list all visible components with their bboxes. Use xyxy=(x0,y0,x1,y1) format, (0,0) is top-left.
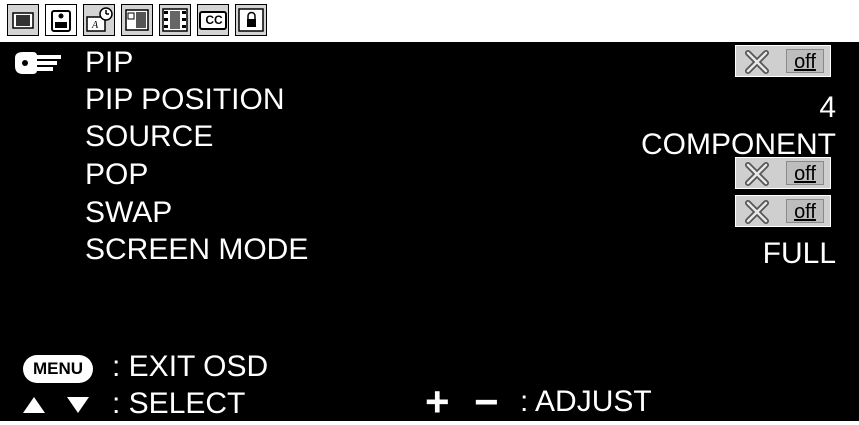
tab-film[interactable] xyxy=(159,4,191,36)
audio-icon xyxy=(51,10,71,32)
screen-mode-value[interactable]: FULL xyxy=(763,237,836,271)
hand-pointer-icon xyxy=(15,52,61,74)
pop-toggle[interactable]: off xyxy=(735,157,831,189)
down-arrow-icon xyxy=(67,397,89,413)
menu-label-pip-position: PIP POSITION xyxy=(85,83,285,116)
select-hint: : SELECT xyxy=(112,387,246,420)
menu-label-screen-mode: SCREEN MODE xyxy=(85,233,309,266)
plus-icon: + xyxy=(425,378,450,425)
menu-label-pip: PIP xyxy=(85,46,134,79)
menu-key-badge: MENU xyxy=(23,355,93,383)
lock-icon xyxy=(238,8,264,32)
up-arrow-icon xyxy=(23,397,45,413)
tab-pip[interactable] xyxy=(121,4,153,36)
svg-text:A: A xyxy=(91,20,99,31)
menu-label-source: SOURCE xyxy=(85,120,214,153)
tab-lock[interactable] xyxy=(235,4,267,36)
pip-toggle[interactable]: off xyxy=(735,45,831,77)
osd-tab-bar: A CC xyxy=(0,0,859,42)
pip-position-value[interactable]: 4 xyxy=(819,91,836,125)
menu-label-pop: POP xyxy=(85,158,149,191)
tab-cc[interactable]: CC xyxy=(197,4,229,36)
swap-toggle-value: off xyxy=(786,199,824,223)
pop-toggle-value: off xyxy=(786,161,824,185)
display-icon xyxy=(12,12,34,29)
menu-label-swap: SWAP xyxy=(85,196,173,229)
exit-osd-hint: : EXIT OSD xyxy=(112,350,269,383)
tab-audio[interactable] xyxy=(45,4,77,36)
adjust-hint: : ADJUST xyxy=(520,385,652,418)
x-icon xyxy=(745,200,769,224)
cc-label: CC xyxy=(205,13,223,27)
pip-toggle-value: off xyxy=(786,49,824,73)
x-icon xyxy=(745,162,769,186)
minus-icon: − xyxy=(474,378,499,425)
x-icon xyxy=(745,50,769,74)
pip-icon xyxy=(125,9,149,31)
swap-toggle[interactable]: off xyxy=(735,195,831,227)
tab-timer[interactable]: A xyxy=(83,4,115,36)
tab-display[interactable] xyxy=(7,4,39,36)
up-down-arrow-icons xyxy=(23,397,89,413)
film-icon xyxy=(162,8,188,32)
timer-icon: A xyxy=(86,7,113,32)
